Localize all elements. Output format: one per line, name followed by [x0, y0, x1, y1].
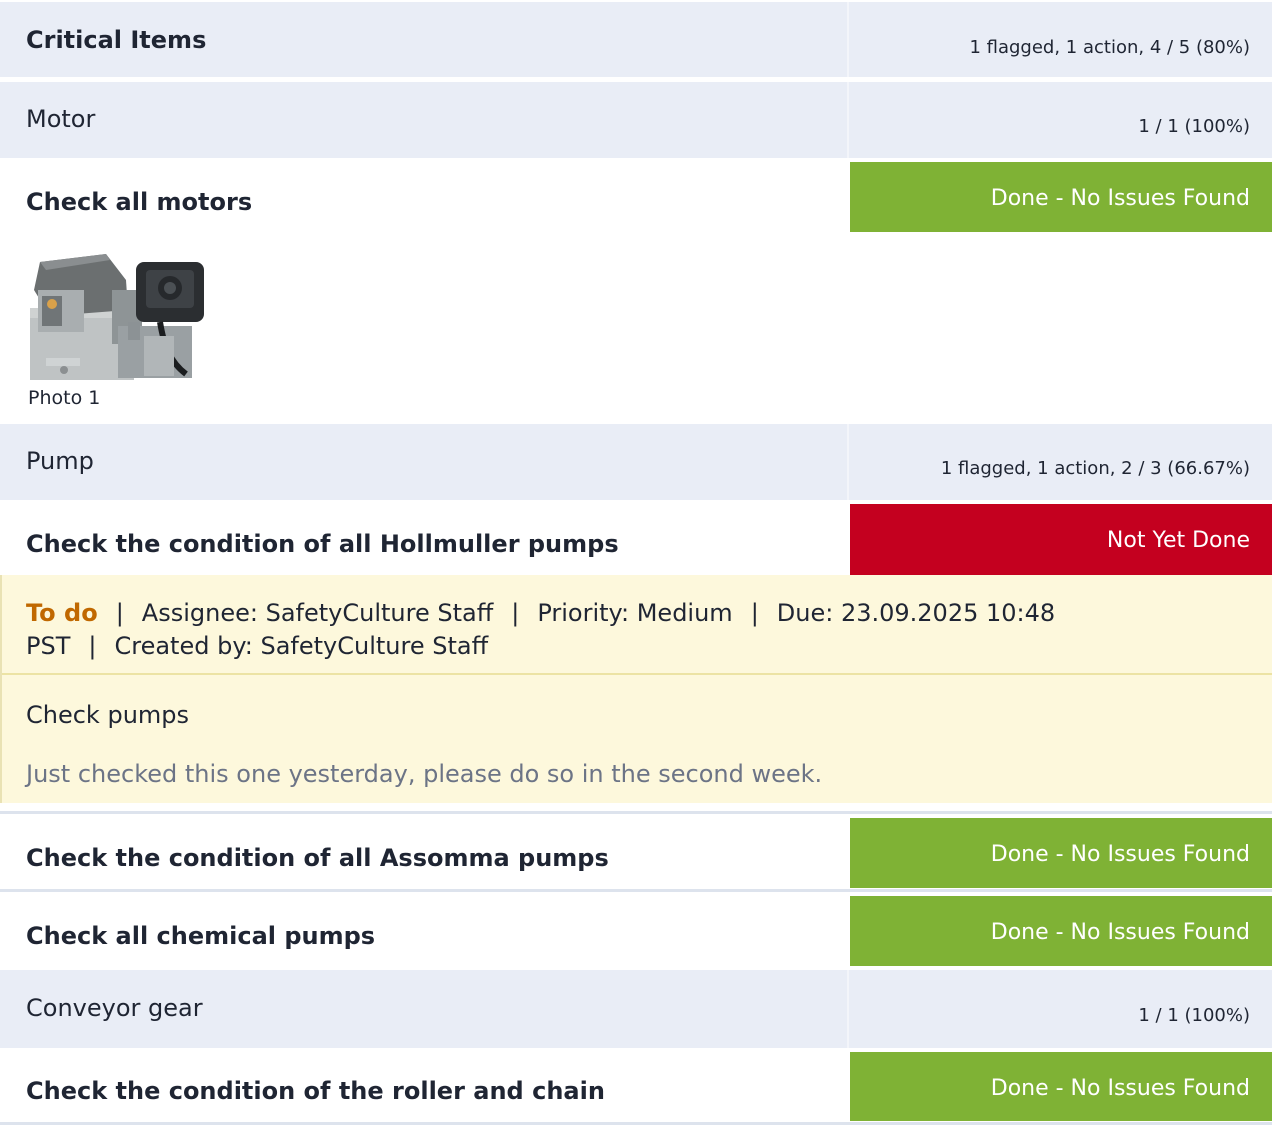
group-header-conveyor-gear: Conveyor gear 1 / 1 (100%) [0, 968, 1272, 1048]
response-badge: Not Yet Done [850, 504, 1272, 575]
action-status: To do [26, 599, 98, 627]
action-assignee: Assignee: SafetyCulture Staff [141, 599, 494, 627]
photo-caption: Photo 1 [28, 387, 101, 409]
response-badge: Done - No Issues Found [850, 1052, 1272, 1121]
separator: | [88, 632, 97, 660]
group-title: Conveyor gear [26, 994, 203, 1022]
action-note: Just checked this one yesterday, please … [26, 760, 823, 788]
group-header-pump: Pump 1 flagged, 1 action, 2 / 3 (66.67%) [0, 422, 1272, 500]
action-created-by: Created by: SafetyCulture Staff [114, 632, 489, 660]
response-badge: Done - No Issues Found [850, 896, 1272, 966]
response-badge: Done - No Issues Found [850, 162, 1272, 232]
separator: | [115, 599, 124, 627]
action-card[interactable]: To do | Assignee: SafetyCulture Staff | Prio… [0, 575, 1272, 803]
group-header-motor: Motor 1 / 1 (100%) [0, 80, 1272, 158]
group-summary: 1 / 1 (100%) [1138, 116, 1250, 137]
question-row: Check the condition of the roller and ch… [0, 1048, 1272, 1122]
action-priority: Priority: Medium [537, 599, 733, 627]
group-summary: 1 flagged, 1 action, 2 / 3 (66.67%) [940, 458, 1250, 479]
question-text: Check the condition of the roller and ch… [26, 1077, 605, 1105]
group-summary: 1 / 1 (100%) [1138, 1005, 1250, 1026]
motor-photo [28, 246, 208, 380]
separator: | [511, 599, 520, 627]
column-divider [847, 970, 849, 1048]
column-divider [847, 424, 849, 500]
question-row-flagged: Check the condition of all Hollmuller pu… [0, 502, 1272, 575]
row-divider [0, 889, 1272, 892]
question-text: Check all chemical pumps [26, 922, 376, 950]
action-meta: To do | Assignee: SafetyCulture Staff | Prio… [26, 597, 1206, 663]
row-divider [0, 1122, 1272, 1125]
question-text: Check the condition of all Assomma pumps [26, 844, 609, 872]
question-row: Check the condition of all Assomma pumps… [0, 816, 1272, 889]
group-title: Pump [26, 447, 94, 475]
section-title: Critical Items [26, 26, 207, 54]
response-badge: Done - No Issues Found [850, 818, 1272, 888]
separator: | [750, 599, 759, 627]
photo-attachment[interactable]: Photo 1 [28, 246, 208, 409]
question-text: Check all motors [26, 188, 253, 216]
column-divider [847, 2, 849, 77]
row-divider [0, 811, 1272, 814]
inspection-report: Critical Items 1 flagged, 1 action, 4 / … [0, 0, 1272, 1126]
group-title: Motor [26, 105, 96, 133]
section-summary: 1 flagged, 1 action, 4 / 5 (80%) [969, 37, 1250, 58]
column-divider [847, 82, 849, 158]
action-divider [2, 673, 1272, 675]
question-row: Check all chemical pumps Done - No Issue… [0, 894, 1272, 968]
action-title: Check pumps [26, 701, 190, 729]
section-header-critical-items: Critical Items 1 flagged, 1 action, 4 / … [0, 0, 1272, 77]
question-text: Check the condition of all Hollmuller pu… [26, 530, 619, 558]
